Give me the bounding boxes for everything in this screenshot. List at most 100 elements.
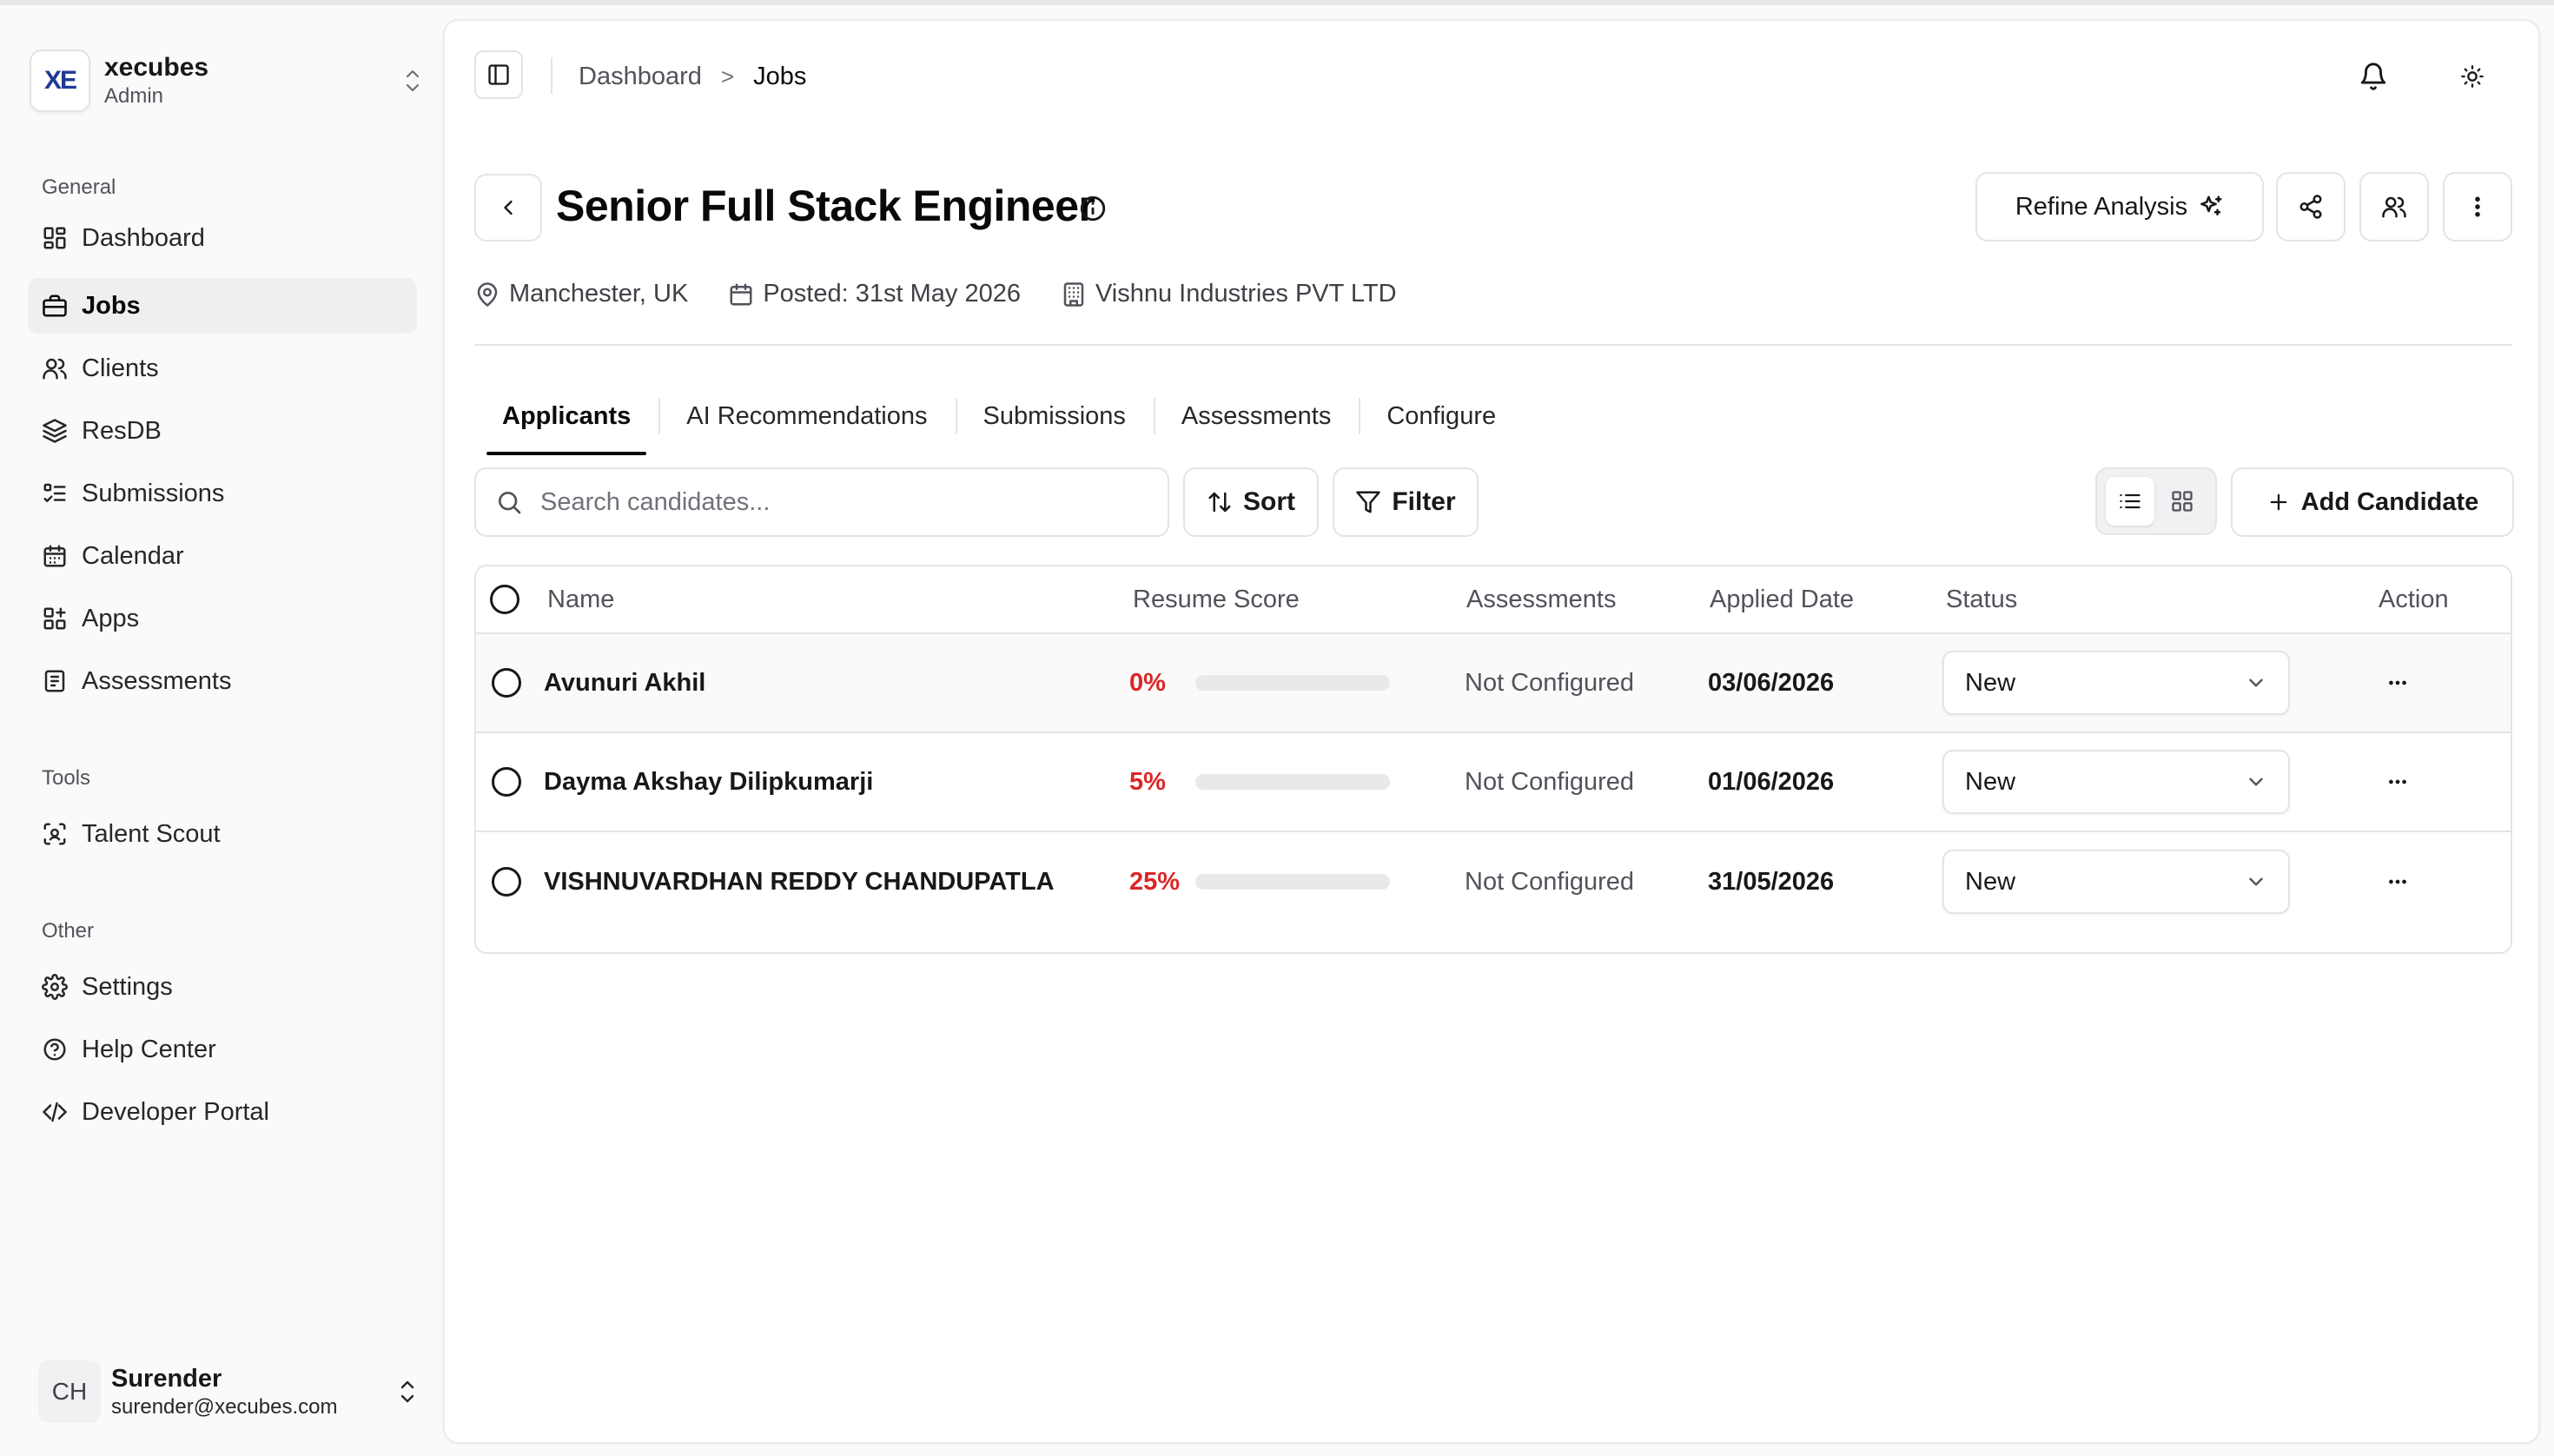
add-candidate-button[interactable]: Add Candidate — [2231, 467, 2514, 537]
tab-assessments[interactable]: Assessments — [1153, 377, 1359, 455]
sort-button[interactable]: Sort — [1183, 467, 1319, 537]
row-actions-button[interactable] — [2373, 857, 2422, 906]
chevrons-up-down-icon — [400, 63, 426, 98]
sidebar-item-dashboard[interactable]: Dashboard — [28, 210, 417, 266]
sidebar-item-label: Clients — [82, 354, 159, 382]
sidebar-item-clients[interactable]: Clients — [28, 341, 417, 396]
resume-score: 25% — [1129, 832, 1390, 931]
tab-ai-recommendations[interactable]: AI Recommendations — [658, 377, 955, 455]
team-button[interactable] — [2359, 172, 2429, 242]
group-label-general: General — [42, 175, 116, 199]
status-select[interactable]: New — [1942, 651, 2290, 715]
row-checkbox[interactable] — [492, 668, 521, 698]
row-checkbox[interactable] — [492, 767, 521, 797]
status-value: New — [1965, 767, 2016, 796]
chevron-down-icon — [2249, 877, 2263, 886]
breadcrumb-dashboard[interactable]: Dashboard — [579, 63, 702, 91]
gear-icon — [40, 972, 69, 1002]
dashboard-icon — [40, 223, 69, 253]
sidebar-item-apps[interactable]: Apps — [28, 591, 417, 646]
sidebar-item-label: Submissions — [82, 479, 225, 507]
status-value: New — [1965, 867, 2016, 896]
status-select[interactable]: New — [1942, 750, 2290, 814]
breadcrumb-jobs: Jobs — [753, 62, 807, 90]
header-resume-score[interactable]: Resume Score — [1133, 566, 1300, 632]
status-select[interactable]: New — [1942, 850, 2290, 914]
candidate-name[interactable]: Dayma Akshay Dilipkumarji — [544, 733, 873, 831]
grid-view-button[interactable] — [2158, 477, 2207, 526]
header-applied-date[interactable]: Applied Date — [1710, 566, 1854, 632]
avatar: CH — [38, 1360, 101, 1423]
breadcrumb: Dashboard > Jobs — [579, 59, 806, 94]
search-input[interactable] — [540, 487, 1148, 517]
status-value: New — [1965, 668, 2016, 697]
sidebar-item-label: ResDB — [82, 416, 162, 445]
back-button[interactable] — [474, 174, 542, 242]
table-row[interactable]: Dayma Akshay Dilipkumarji 5% Not Configu… — [476, 733, 2511, 832]
search-icon — [499, 492, 521, 514]
row-actions-button[interactable] — [2373, 659, 2422, 707]
candidates-table: Name Resume Score Assessments Applied Da… — [474, 565, 2512, 954]
row-checkbox[interactable] — [492, 867, 521, 897]
workspace-info: xecubes Admin — [104, 52, 400, 109]
main-panel: Dashboard > Jobs Senior Full Stack Engin… — [443, 19, 2540, 1444]
filter-button[interactable]: Filter — [1333, 467, 1479, 537]
sidebar-item-label: Dashboard — [82, 223, 205, 252]
notifications-button[interactable] — [2352, 56, 2394, 97]
applied-date: 31/05/2026 — [1708, 867, 1835, 896]
assessment-status: Not Configured — [1465, 867, 1635, 896]
add-candidate-label: Add Candidate — [2300, 487, 2479, 516]
tab-applicants[interactable]: Applicants — [474, 377, 658, 455]
sidebar-item-calendar[interactable]: Calendar — [28, 528, 417, 584]
sidebar-item-settings[interactable]: Settings — [28, 959, 417, 1015]
apps-icon — [40, 604, 69, 633]
search-box — [474, 467, 1169, 537]
more-options-button[interactable] — [2443, 172, 2512, 242]
user-menu[interactable]: CH Surender surender@xecubes.com — [38, 1352, 420, 1432]
candidate-name[interactable]: Avunuri Akhil — [544, 634, 705, 731]
refine-analysis-label: Refine Analysis — [2015, 192, 2188, 221]
workspace-switcher[interactable]: XE xecubes Admin — [30, 42, 426, 120]
list-checks-icon — [40, 479, 69, 508]
list-view-button[interactable] — [2106, 477, 2154, 526]
row-actions-button[interactable] — [2373, 758, 2422, 806]
user-name: Surender — [111, 1365, 222, 1393]
sun-icon — [2461, 65, 2484, 88]
sidebar-item-developer-portal[interactable]: Developer Portal — [28, 1084, 417, 1140]
sidebar-item-resdb[interactable]: ResDB — [28, 403, 417, 459]
tab-bar: Applicants AI Recommendations Submission… — [474, 377, 1524, 455]
applied-date: 01/06/2026 — [1708, 767, 1835, 796]
table-row[interactable]: VISHNUVARDHAN REDDY CHANDUPATLA 25% Not … — [476, 832, 2511, 931]
table-row[interactable]: Avunuri Akhil 0% Not Configured 03/06/20… — [476, 634, 2511, 733]
header-divider — [551, 57, 552, 94]
refine-analysis-button[interactable]: Refine Analysis — [1975, 172, 2264, 242]
share-button[interactable] — [2276, 172, 2346, 242]
clipboard-icon — [40, 666, 69, 696]
more-horizontal-icon — [2389, 680, 2406, 685]
sidebar-item-assessments[interactable]: Assessments — [28, 653, 417, 709]
resume-score-bar — [1195, 874, 1390, 890]
header-name[interactable]: Name — [547, 566, 614, 632]
sidebar-toggle-button[interactable] — [474, 50, 523, 99]
list-icon — [2120, 493, 2140, 509]
view-toggle — [2095, 467, 2217, 535]
help-circle-icon — [40, 1035, 69, 1064]
candidate-name[interactable]: VISHNUVARDHAN REDDY CHANDUPATLA — [544, 832, 1055, 931]
job-location: Manchester, UK — [474, 280, 688, 308]
arrow-up-down-icon — [1208, 492, 1231, 513]
chevrons-up-down-icon — [394, 1374, 420, 1409]
sidebar-item-submissions[interactable]: Submissions — [28, 466, 417, 521]
user-email: surender@xecubes.com — [111, 1395, 338, 1419]
header-status[interactable]: Status — [1946, 566, 2017, 632]
tab-submissions[interactable]: Submissions — [955, 377, 1154, 455]
job-info-button[interactable] — [1075, 191, 1110, 226]
sidebar-item-jobs[interactable]: Jobs — [28, 278, 417, 334]
select-all-checkbox[interactable] — [490, 585, 519, 614]
header-assessments[interactable]: Assessments — [1466, 566, 1616, 632]
workspace-role: Admin — [104, 84, 164, 108]
sidebar-item-talent-scout[interactable]: Talent Scout — [28, 806, 417, 862]
applied-date: 03/06/2026 — [1708, 668, 1835, 697]
tab-configure[interactable]: Configure — [1359, 377, 1524, 455]
sidebar-item-help-center[interactable]: Help Center — [28, 1022, 417, 1077]
theme-toggle-button[interactable] — [2451, 56, 2493, 97]
